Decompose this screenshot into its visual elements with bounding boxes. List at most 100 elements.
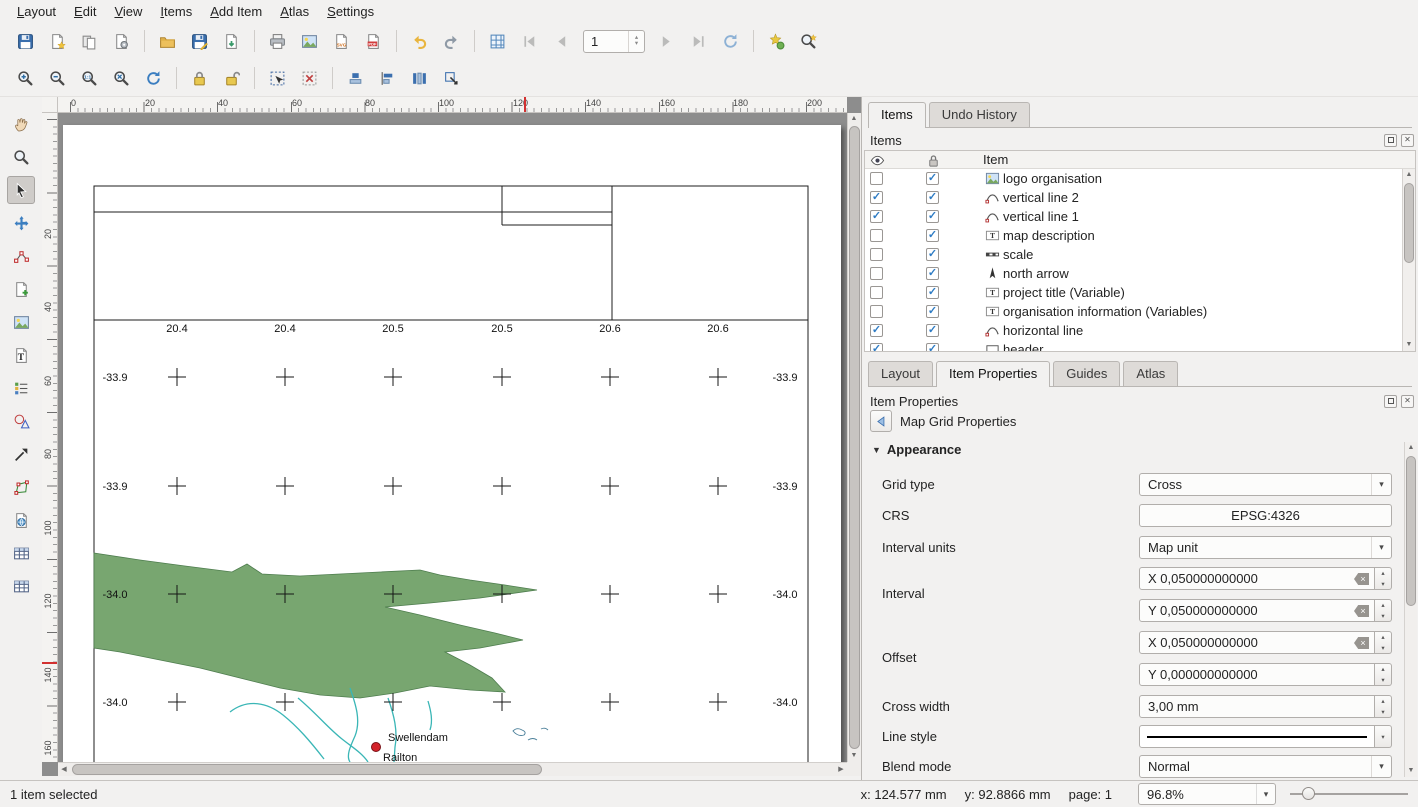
distribute-items-icon[interactable] <box>406 65 433 92</box>
interval-y-spinbox[interactable]: Y 0,050000000000 × ▴▾ <box>1139 599 1392 622</box>
scroll-up-icon[interactable]: ▲ <box>848 113 860 125</box>
redo-icon[interactable] <box>438 28 465 55</box>
items-tree-row[interactable]: logo organisation <box>865 169 1415 188</box>
menu-items[interactable]: Items <box>151 2 201 21</box>
float-panel-icon[interactable] <box>1384 395 1397 408</box>
canvas-viewport[interactable]: 20.4 20.4 20.5 20.5 20.6 20.6 -33.9 -33.… <box>58 113 847 762</box>
scrollbar-thumb[interactable] <box>849 126 860 749</box>
save-as-icon[interactable] <box>186 28 213 55</box>
spin-arrows-icon[interactable]: ▴▾ <box>628 31 644 52</box>
visibility-checkbox[interactable] <box>870 343 883 352</box>
export-pdf-icon[interactable] <box>360 28 387 55</box>
scroll-down-icon[interactable]: ▼ <box>1405 765 1417 777</box>
prev-feature-icon[interactable] <box>548 28 575 55</box>
save-template-icon[interactable] <box>218 28 245 55</box>
items-tree-row[interactable]: vertical line 2 <box>865 188 1415 207</box>
zoom-in-icon[interactable] <box>12 65 39 92</box>
menu-add-item[interactable]: Add Item <box>201 2 271 21</box>
zoom-slider[interactable] <box>1290 784 1408 804</box>
interval-x-spinbox[interactable]: X 0,050000000000 × ▴▾ <box>1139 567 1392 590</box>
align-items-icon[interactable] <box>374 65 401 92</box>
grid-type-select[interactable]: Cross ▾ <box>1139 473 1392 496</box>
canvas-vertical-scrollbar[interactable]: ▲ ▼ <box>847 113 861 762</box>
first-feature-icon[interactable] <box>516 28 543 55</box>
tab-atlas[interactable]: Atlas <box>1123 361 1178 386</box>
spin-buttons[interactable]: ▴▾ <box>1375 599 1392 622</box>
export-image-icon[interactable] <box>296 28 323 55</box>
items-tree-row[interactable]: vertical line 1 <box>865 207 1415 226</box>
export-svg-icon[interactable] <box>328 28 355 55</box>
add-picture-icon[interactable] <box>7 308 35 336</box>
resize-items-icon[interactable] <box>438 65 465 92</box>
appearance-section-header[interactable]: ▼ Appearance <box>872 442 961 457</box>
lock-items-icon[interactable] <box>186 65 213 92</box>
scroll-down-icon[interactable]: ▼ <box>1403 339 1415 351</box>
refresh-view-icon[interactable] <box>717 28 744 55</box>
print-icon[interactable] <box>264 28 291 55</box>
add-html-icon[interactable] <box>7 506 35 534</box>
zoom-actual-icon[interactable] <box>76 65 103 92</box>
offset-y-spinbox[interactable]: Y 0,000000000000 ▴▾ <box>1139 663 1392 686</box>
spin-buttons[interactable]: ▴▾ <box>1375 695 1392 718</box>
tab-items[interactable]: Items <box>868 102 926 128</box>
visibility-checkbox[interactable] <box>870 248 883 261</box>
add-legend-icon[interactable] <box>7 374 35 402</box>
items-tree-scrollbar[interactable]: ▲ ▼ <box>1402 169 1415 351</box>
back-button[interactable] <box>870 410 892 432</box>
edit-nodes-icon[interactable] <box>7 242 35 270</box>
zoom-slider-handle[interactable] <box>1302 787 1315 800</box>
add-label-icon[interactable] <box>7 341 35 369</box>
scroll-up-icon[interactable]: ▲ <box>1403 169 1415 181</box>
page-number-spinbox[interactable]: 1 ▴▾ <box>583 30 645 53</box>
tab-undo-history[interactable]: Undo History <box>929 102 1030 127</box>
menu-layout[interactable]: Layout <box>8 2 65 21</box>
items-tree-row[interactable]: north arrow <box>865 264 1415 283</box>
atlas-settings-icon[interactable] <box>763 28 790 55</box>
refresh-icon[interactable] <box>140 65 167 92</box>
lock-checkbox[interactable] <box>926 172 939 185</box>
zoom-tool-icon[interactable] <box>7 143 35 171</box>
save-icon[interactable] <box>12 28 39 55</box>
undo-icon[interactable] <box>406 28 433 55</box>
clear-icon[interactable]: × <box>1354 637 1369 649</box>
scroll-up-icon[interactable]: ▲ <box>1405 442 1417 454</box>
add-shape-icon[interactable] <box>7 407 35 435</box>
properties-scrollbar[interactable]: ▲ ▼ <box>1404 442 1417 777</box>
lock-checkbox[interactable] <box>926 229 939 242</box>
offset-x-spinbox[interactable]: X 0,050000000000 × ▴▾ <box>1139 631 1392 654</box>
line-style-dropdown[interactable]: ▾ <box>1375 725 1392 748</box>
add-node-item-icon[interactable] <box>7 473 35 501</box>
items-tree-row[interactable]: horizontal line <box>865 321 1415 340</box>
map-item[interactable]: 20.4 20.4 20.5 20.5 20.6 20.6 -33.9 -33.… <box>58 113 847 762</box>
menu-settings[interactable]: Settings <box>318 2 383 21</box>
items-tree-row[interactable]: organisation information (Variables) <box>865 302 1415 321</box>
items-tree-row[interactable]: project title (Variable) <box>865 283 1415 302</box>
zoom-level-combobox[interactable]: 96.8% ▾ <box>1138 783 1276 805</box>
visibility-checkbox[interactable] <box>870 305 883 318</box>
lock-checkbox[interactable] <box>926 343 939 352</box>
lock-checkbox[interactable] <box>926 248 939 261</box>
close-panel-icon[interactable]: ✕ <box>1401 395 1414 408</box>
visibility-checkbox[interactable] <box>870 191 883 204</box>
scroll-down-icon[interactable]: ▼ <box>848 750 860 762</box>
deselect-all-icon[interactable] <box>296 65 323 92</box>
add-attribute-table-icon[interactable] <box>7 539 35 567</box>
raise-items-icon[interactable] <box>342 65 369 92</box>
tab-layout[interactable]: Layout <box>868 361 933 386</box>
lock-checkbox[interactable] <box>926 286 939 299</box>
zoom-out-icon[interactable] <box>44 65 71 92</box>
interval-units-select[interactable]: Map unit ▾ <box>1139 536 1392 559</box>
tab-guides[interactable]: Guides <box>1053 361 1120 386</box>
lock-checkbox[interactable] <box>926 305 939 318</box>
spin-buttons[interactable]: ▴▾ <box>1375 567 1392 590</box>
add-page-icon[interactable] <box>7 275 35 303</box>
items-tree-row[interactable]: scale <box>865 245 1415 264</box>
tab-item-properties[interactable]: Item Properties <box>936 361 1050 387</box>
visibility-checkbox[interactable] <box>870 267 883 280</box>
items-tree-row[interactable]: header <box>865 340 1415 352</box>
add-arrow-icon[interactable] <box>7 440 35 468</box>
pan-icon[interactable] <box>7 110 35 138</box>
visibility-checkbox[interactable] <box>870 229 883 242</box>
clear-icon[interactable]: × <box>1354 605 1369 617</box>
visibility-checkbox[interactable] <box>870 286 883 299</box>
